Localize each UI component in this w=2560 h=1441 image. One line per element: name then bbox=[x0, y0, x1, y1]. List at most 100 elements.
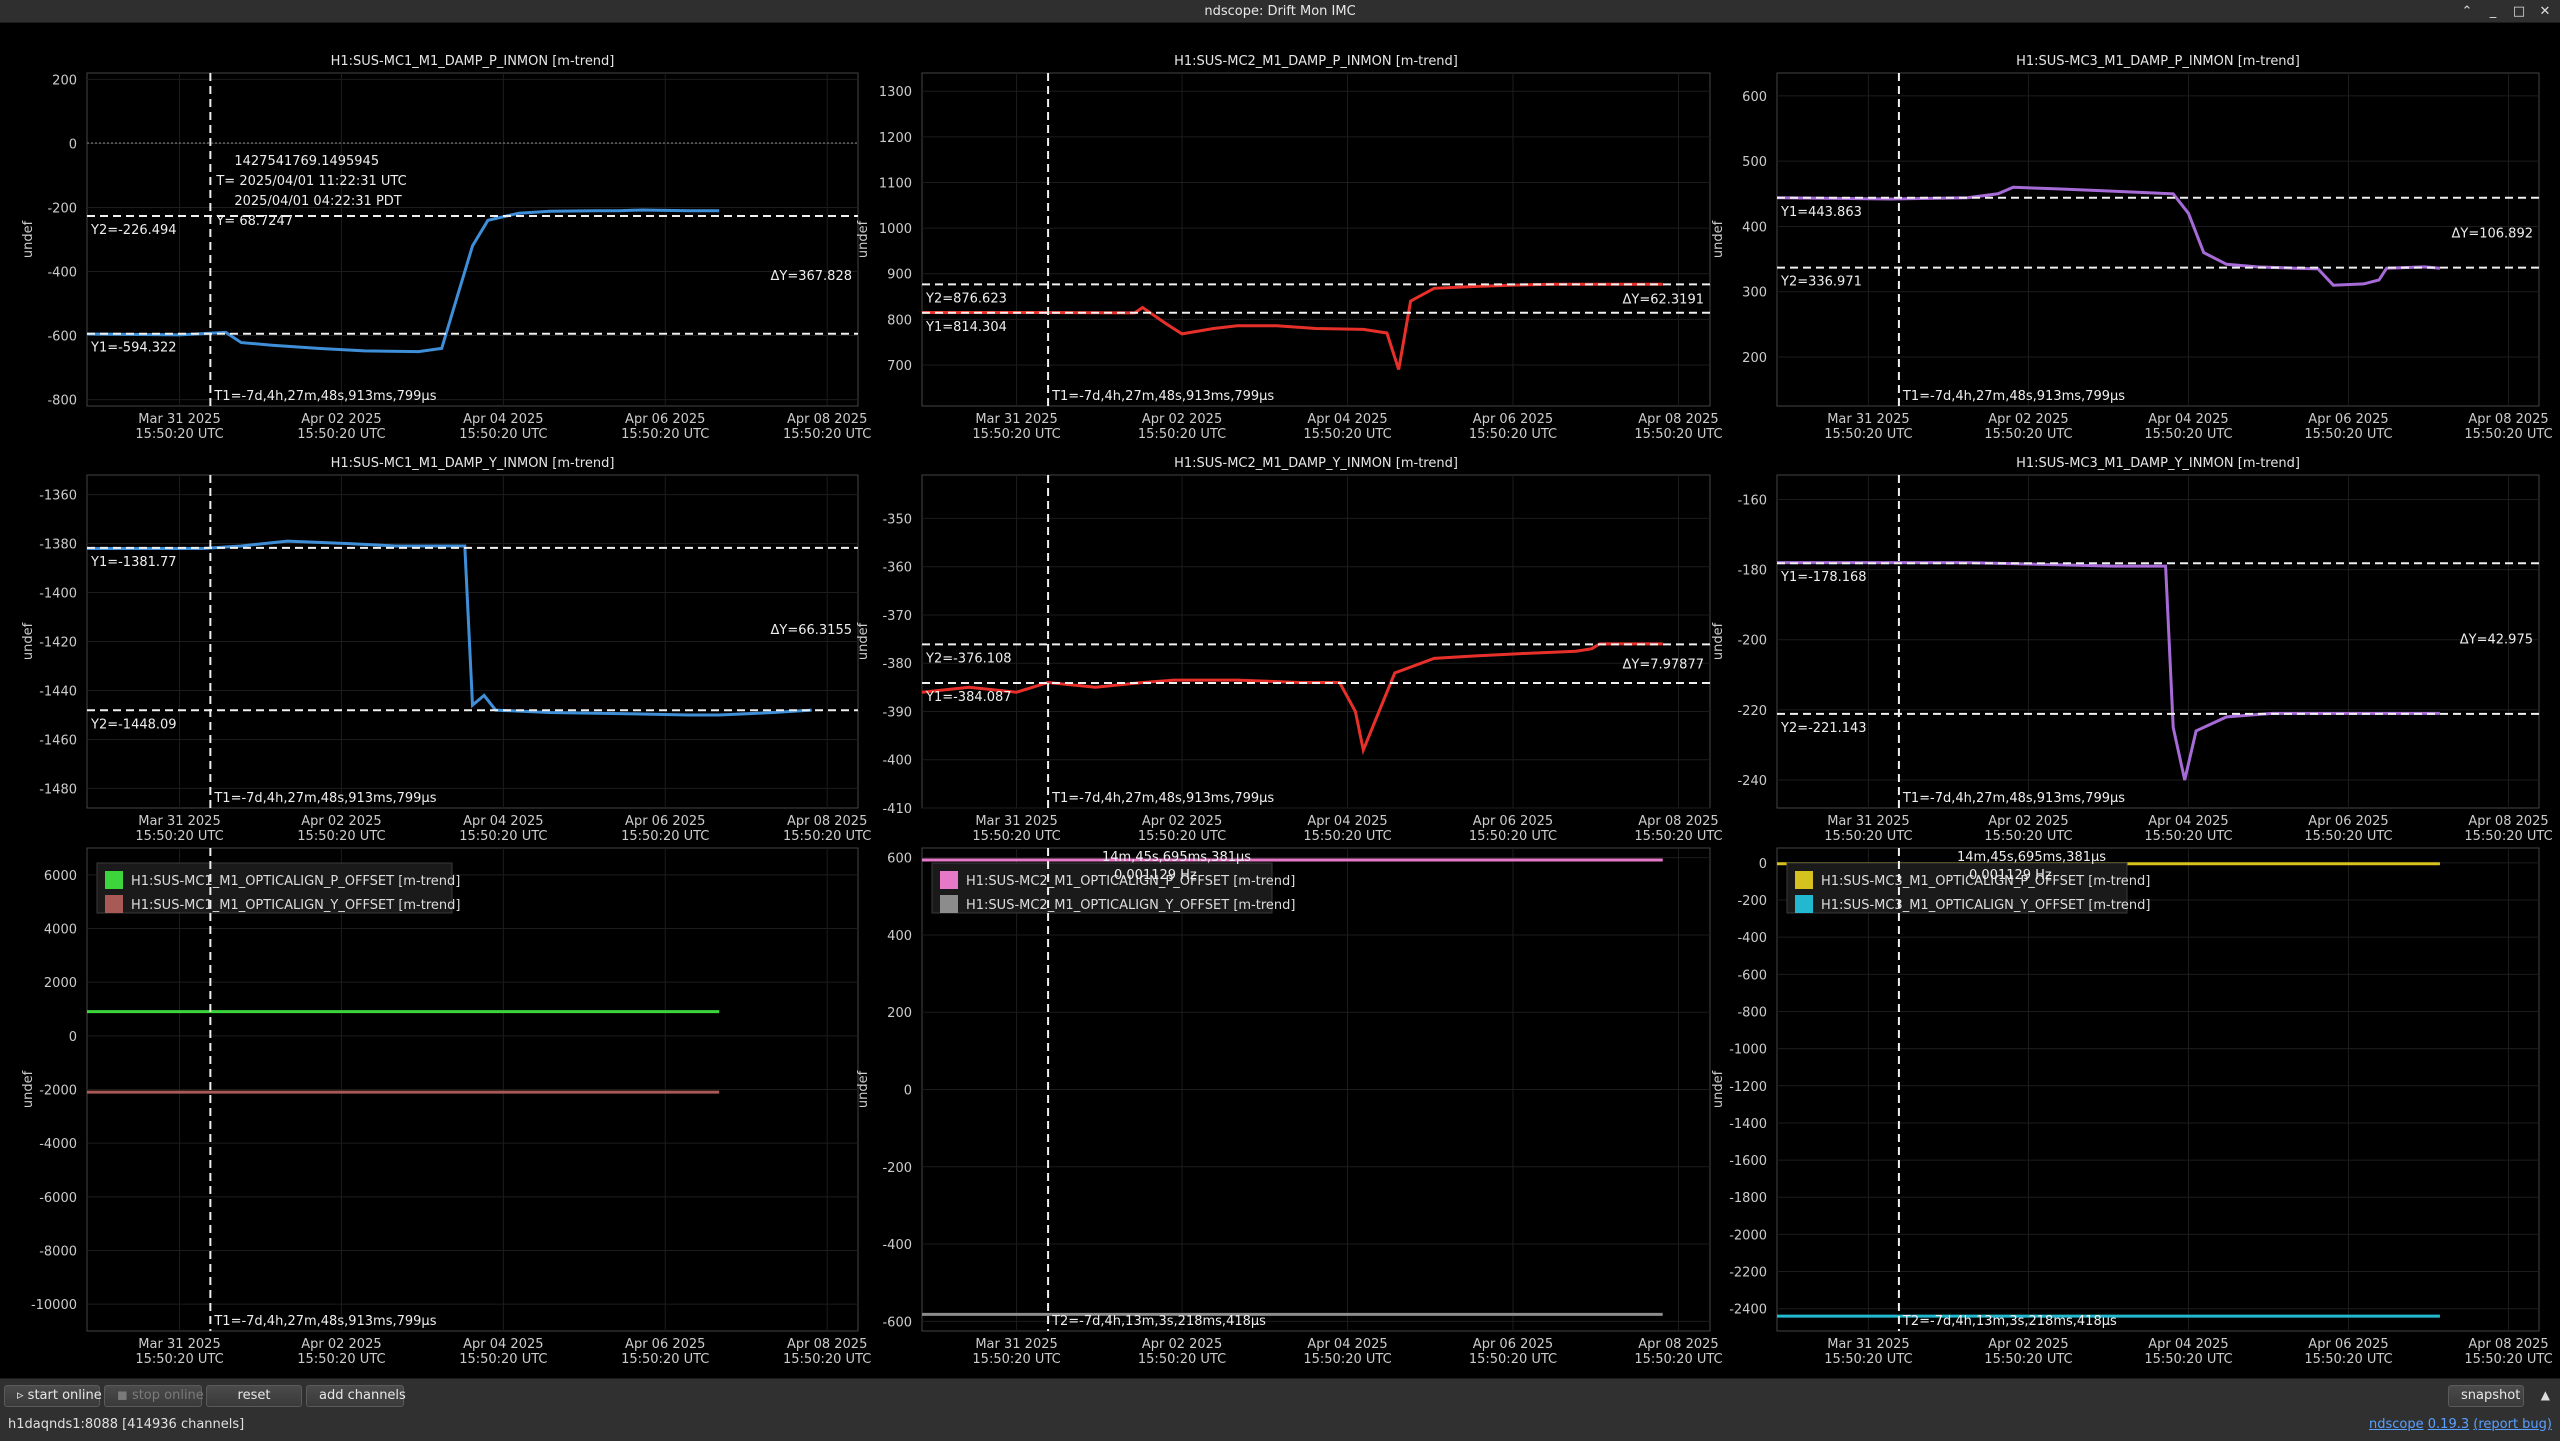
plot3-cursor-y2-label: Y2=336.971 bbox=[1780, 275, 1862, 290]
report-bug-link[interactable]: (report bug) bbox=[2473, 1417, 2552, 1432]
plot6-xtick-0: Mar 31 2025 bbox=[1827, 814, 1909, 829]
maximize-toggle-icon[interactable]: ⌃ bbox=[2458, 4, 2476, 19]
plot1-ytick-5: -800 bbox=[47, 394, 77, 409]
plot7-legend-label-0: H1:SUS-MC1_M1_OPTICALIGN_P_OFFSET [m-tre… bbox=[131, 874, 460, 889]
plot6-xtick-sub-3: 15:50:20 UTC bbox=[2304, 829, 2392, 844]
plot6-ytick-1: -180 bbox=[1737, 564, 1767, 579]
plot6-ytick-4: -240 bbox=[1737, 774, 1767, 789]
plot3-xtick-sub-3: 15:50:20 UTC bbox=[2304, 427, 2392, 442]
plot-grid[interactable]: 200 0 -200 -400 -600 -800 Mar 31 2025 15:50:20 … bbox=[0, 23, 2560, 1378]
version-info: ndscope 0.19.3 (report bug) bbox=[2369, 1417, 2552, 1432]
plot6-ytick-3: -220 bbox=[1737, 704, 1767, 719]
plot1-xtick-4: Apr 08 2025 bbox=[787, 412, 867, 427]
plot2-cursor-y2-label: Y2=876.623 bbox=[925, 291, 1007, 306]
plot1-xtick-sub-1: 15:50:20 UTC bbox=[297, 427, 385, 442]
plot5-xtick-sub-3: 15:50:20 UTC bbox=[1469, 829, 1557, 844]
plot6-cursor-t-label: T1=-7d,4h,27m,48s,913ms,799μs bbox=[1902, 791, 2125, 806]
plot9-xtick-sub-1: 15:50:20 UTC bbox=[1984, 1352, 2072, 1367]
plot7-xtick-sub-4: 15:50:20 UTC bbox=[783, 1352, 871, 1367]
plot2-cursor-y1-label: Y1=814.304 bbox=[925, 320, 1007, 335]
add-channels-button[interactable]: add channels bbox=[306, 1385, 406, 1407]
plot2-delta-y: ΔY=62.3191 bbox=[1623, 293, 1705, 308]
plot2-ytick-0: 1300 bbox=[879, 85, 912, 100]
plot9-ytick-12: -2400 bbox=[1729, 1303, 1767, 1318]
plot2-xtick-sub-2: 15:50:20 UTC bbox=[1303, 427, 1391, 442]
plot3-xtick-4: Apr 08 2025 bbox=[2468, 412, 2548, 427]
plot5-title: H1:SUS-MC2_M1_DAMP_Y_INMON [m-trend] bbox=[1174, 456, 1458, 471]
plot4-xtick-sub-4: 15:50:20 UTC bbox=[783, 829, 871, 844]
minimize-icon[interactable]: _ bbox=[2484, 4, 2502, 19]
plot9-ytick-3: -600 bbox=[1737, 968, 1767, 983]
ndscope-link[interactable]: ndscope bbox=[2369, 1417, 2424, 1432]
plot4-cursor-t-label: T1=-7d,4h,27m,48s,913ms,799μs bbox=[213, 791, 436, 806]
plot7-ytick-5: -4000 bbox=[39, 1137, 77, 1152]
plot6-xtick-2: Apr 04 2025 bbox=[2148, 814, 2228, 829]
plot1-xtick-sub-3: 15:50:20 UTC bbox=[621, 427, 709, 442]
plot6-delta-y: ΔY=42.975 bbox=[2460, 633, 2533, 648]
plot1-ytick-2: -200 bbox=[47, 201, 77, 216]
plot2-title: H1:SUS-MC2_M1_DAMP_P_INMON [m-trend] bbox=[1174, 54, 1458, 69]
expand-icon[interactable]: ▲ bbox=[2541, 1388, 2550, 1402]
plot1-ytick-4: -600 bbox=[47, 330, 77, 345]
plot3-xtick-sub-1: 15:50:20 UTC bbox=[1984, 427, 2072, 442]
plot4-ytick-6: -1480 bbox=[39, 782, 77, 797]
plot8-legend-swatch-0 bbox=[940, 871, 958, 889]
plot5-ytick-3: -380 bbox=[882, 657, 912, 672]
plot9-xtick-2: Apr 04 2025 bbox=[2148, 1337, 2228, 1352]
plot8-ytick-3: 0 bbox=[904, 1084, 912, 1099]
plot3-ytick-2: 400 bbox=[1742, 220, 1767, 235]
plot2-frame bbox=[921, 72, 1711, 407]
plot9-frame bbox=[1776, 847, 2540, 1332]
plot2-ytick-5: 800 bbox=[887, 313, 912, 328]
server-status: h1daqnds1:8088 [414936 channels] bbox=[8, 1417, 245, 1432]
plot5-xtick-2: Apr 04 2025 bbox=[1307, 814, 1387, 829]
plot3-xtick-0: Mar 31 2025 bbox=[1827, 412, 1909, 427]
plot8-ytick-2: 200 bbox=[887, 1006, 912, 1021]
plot5-xtick-4: Apr 08 2025 bbox=[1638, 814, 1718, 829]
plot4-ytick-0: -1360 bbox=[39, 489, 77, 504]
plot8-cursor-t-label: T2=-7d,4h,13m,3s,218ms,418μs bbox=[1051, 1314, 1266, 1329]
plot5-frame bbox=[921, 474, 1711, 809]
plot4-xtick-3: Apr 06 2025 bbox=[625, 814, 705, 829]
plot7-ytick-2: 2000 bbox=[44, 976, 77, 991]
plot9-legend-swatch-0 bbox=[1795, 871, 1813, 889]
plot1-xtick-3: Apr 06 2025 bbox=[625, 412, 705, 427]
plot8-ytick-6: -600 bbox=[882, 1315, 912, 1330]
start-online-button[interactable]: ▹ start online bbox=[4, 1385, 102, 1407]
window-titlebar: ndscope: Drift Mon IMC ⌃ _ □ ✕ bbox=[0, 0, 2560, 23]
plot2-cursor-t-label: T1=-7d,4h,27m,48s,913ms,799μs bbox=[1051, 389, 1274, 404]
plot4-cursor-y2-label: Y2=-1448.09 bbox=[90, 717, 177, 732]
plot5-xtick-sub-2: 15:50:20 UTC bbox=[1303, 829, 1391, 844]
plot5-cursor-y1-label: Y1=-384.087 bbox=[925, 690, 1012, 705]
plot5-delta-y: ΔY=7.97877 bbox=[1623, 658, 1705, 673]
plot7-ytick-7: -8000 bbox=[39, 1245, 77, 1260]
window-title: ndscope: Drift Mon IMC bbox=[1204, 3, 1356, 19]
plot7-xtick-1: Apr 02 2025 bbox=[301, 1337, 381, 1352]
close-icon[interactable]: ✕ bbox=[2536, 4, 2554, 19]
plot3-cursor-y1-label: Y1=443.863 bbox=[1780, 205, 1862, 220]
plot3-ytick-0: 600 bbox=[1742, 90, 1767, 105]
plot7-xtick-3: Apr 06 2025 bbox=[625, 1337, 705, 1352]
plot1-xtick-1: Apr 02 2025 bbox=[301, 412, 381, 427]
plot9-ylabel: undef bbox=[1711, 1070, 1726, 1108]
plots-svg[interactable]: 2000-200-400-600-800Mar 31 202515:50:20 … bbox=[0, 23, 2560, 1378]
plot6-frame bbox=[1776, 474, 2540, 809]
plot4-ylabel: undef bbox=[21, 622, 36, 660]
plot2-ytick-3: 1000 bbox=[879, 222, 912, 237]
reset-button[interactable]: reset bbox=[206, 1385, 302, 1407]
plot4-title: H1:SUS-MC1_M1_DAMP_Y_INMON [m-trend] bbox=[331, 456, 615, 471]
plot8-legend-label-1: H1:SUS-MC2_M1_OPTICALIGN_Y_OFFSET [m-tre… bbox=[966, 898, 1295, 913]
snapshot-button[interactable]: snapshot bbox=[2448, 1385, 2524, 1407]
plot5-ytick-1: -360 bbox=[882, 561, 912, 576]
plot8-xtick-4: Apr 08 2025 bbox=[1638, 1337, 1718, 1352]
plot6-ytick-0: -160 bbox=[1737, 494, 1767, 509]
plot9-xtick-sub-4: 15:50:20 UTC bbox=[2464, 1352, 2552, 1367]
plot7-ytick-4: -2000 bbox=[39, 1084, 77, 1099]
plot3-xtick-1: Apr 02 2025 bbox=[1988, 412, 2068, 427]
restore-icon[interactable]: □ bbox=[2510, 4, 2528, 19]
plot8-ytick-1: 400 bbox=[887, 929, 912, 944]
version-link[interactable]: 0.19.3 bbox=[2428, 1417, 2469, 1432]
plot5-xtick-sub-0: 15:50:20 UTC bbox=[972, 829, 1060, 844]
plot7-xtick-2: Apr 04 2025 bbox=[463, 1337, 543, 1352]
plot8-xtick-sub-3: 15:50:20 UTC bbox=[1469, 1352, 1557, 1367]
